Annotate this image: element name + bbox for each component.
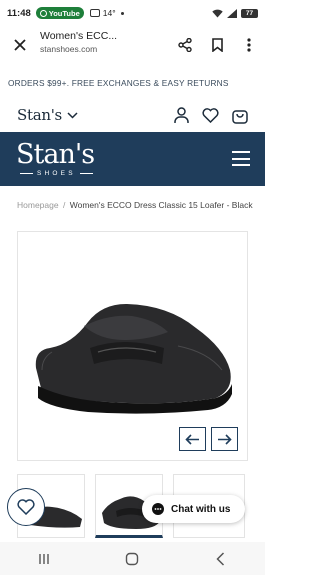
cart-icon[interactable] — [232, 107, 248, 124]
chevron-down-icon — [67, 111, 78, 119]
close-tab-button[interactable] — [0, 26, 40, 64]
product-shoe-image — [35, 304, 232, 414]
home-button[interactable] — [117, 552, 147, 566]
page-url: stanshoes.com — [40, 44, 98, 54]
status-bar: 11:48 YouTube 14° 77 — [0, 0, 265, 26]
store-selector-label: Stan's — [17, 106, 62, 124]
logo-main-text: Stan's — [16, 139, 95, 170]
recents-button[interactable] — [29, 553, 59, 565]
url-block[interactable]: Women's ECC... stanshoes.com — [40, 30, 117, 54]
status-right: 77 — [212, 8, 258, 18]
stans-logo[interactable]: Stan's SHOES — [16, 141, 97, 177]
signal-icon — [227, 8, 237, 18]
browser-actions — [169, 26, 265, 64]
bookmark-button[interactable] — [201, 26, 233, 64]
wishlist-button[interactable] — [7, 488, 45, 526]
breadcrumb-home-link[interactable]: Homepage — [17, 200, 59, 210]
back-icon — [216, 551, 225, 566]
youtube-badge: YouTube — [35, 7, 84, 19]
youtube-ring-icon — [39, 9, 47, 17]
arrow-right-icon — [218, 433, 232, 445]
brand-header: Stan's SHOES — [0, 132, 265, 186]
status-time: 11:48 — [7, 7, 31, 19]
browser-toolbar: Women's ECC... stanshoes.com — [0, 26, 265, 64]
menu-icon[interactable] — [232, 151, 250, 166]
back-button[interactable] — [206, 551, 236, 566]
breadcrumb-current: Women's ECCO Dress Classic 15 Loafer - B… — [69, 200, 253, 210]
share-icon — [178, 38, 192, 52]
close-icon — [14, 39, 26, 51]
next-image-button[interactable] — [211, 427, 238, 451]
heart-icon — [17, 499, 35, 515]
home-icon — [126, 552, 139, 565]
store-nav: Stan's — [0, 98, 265, 132]
breadcrumb: Homepage / Women's ECCO Dress Classic 15… — [17, 200, 257, 210]
more-options-button[interactable] — [233, 26, 265, 64]
previous-image-button[interactable] — [179, 427, 206, 451]
arrow-left-icon — [185, 433, 199, 445]
breadcrumb-separator: / — [62, 200, 66, 210]
notification-dot-icon — [120, 11, 124, 15]
wifi-icon — [212, 9, 223, 17]
chat-button-label: Chat with us — [171, 503, 231, 515]
recents-icon — [39, 553, 49, 564]
android-nav-bar — [0, 542, 265, 575]
promo-banner: ORDERS $99+. FREE EXCHANGES & EASY RETUR… — [0, 70, 265, 96]
account-icon[interactable] — [174, 106, 189, 124]
chat-button[interactable]: Chat with us — [142, 495, 245, 523]
youtube-badge-label: YouTube — [48, 8, 80, 18]
bookmark-icon — [211, 38, 223, 52]
more-vert-icon — [247, 38, 251, 52]
store-selector[interactable]: Stan's — [17, 106, 78, 124]
share-button[interactable] — [169, 26, 201, 64]
page-title: Women's ECC... — [40, 30, 118, 42]
product-image-gallery[interactable] — [17, 231, 248, 461]
nav-icons — [174, 106, 248, 124]
logo-sub: SHOES — [16, 170, 97, 177]
battery-indicator: 77 — [241, 8, 258, 18]
screen-icon — [89, 9, 100, 17]
logo-sub-text: SHOES — [37, 170, 76, 177]
chat-icon — [152, 503, 164, 515]
status-temperature: 14° — [102, 8, 116, 18]
heart-icon[interactable] — [202, 107, 219, 123]
